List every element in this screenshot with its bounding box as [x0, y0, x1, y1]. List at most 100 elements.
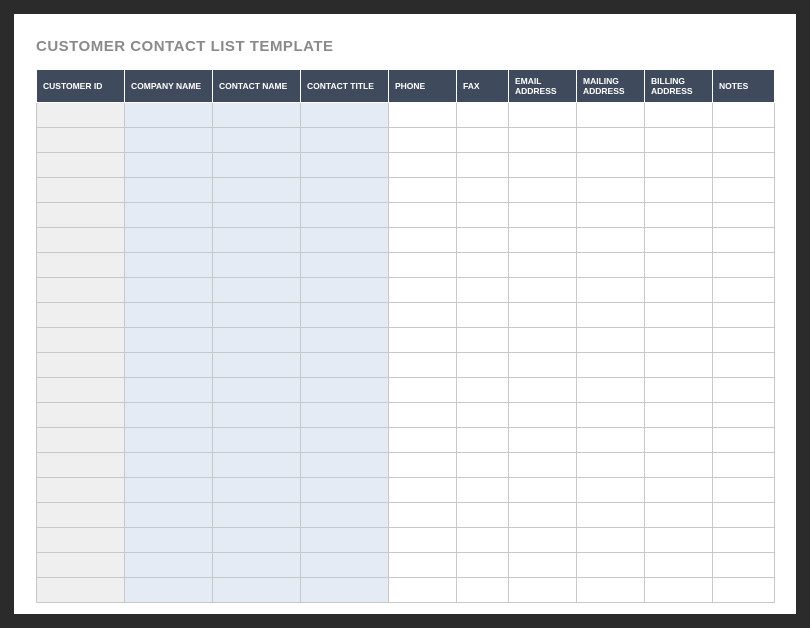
table-cell[interactable]	[713, 528, 775, 553]
table-cell[interactable]	[645, 253, 713, 278]
table-cell[interactable]	[301, 403, 389, 428]
table-cell[interactable]	[125, 128, 213, 153]
table-cell[interactable]	[37, 278, 125, 303]
table-cell[interactable]	[509, 453, 577, 478]
table-cell[interactable]	[457, 353, 509, 378]
table-cell[interactable]	[213, 428, 301, 453]
table-cell[interactable]	[125, 328, 213, 353]
table-cell[interactable]	[37, 503, 125, 528]
table-cell[interactable]	[213, 453, 301, 478]
table-cell[interactable]	[213, 403, 301, 428]
table-cell[interactable]	[37, 428, 125, 453]
table-cell[interactable]	[509, 128, 577, 153]
table-cell[interactable]	[509, 353, 577, 378]
table-cell[interactable]	[125, 153, 213, 178]
table-cell[interactable]	[457, 378, 509, 403]
table-cell[interactable]	[713, 278, 775, 303]
table-cell[interactable]	[125, 403, 213, 428]
table-cell[interactable]	[713, 178, 775, 203]
table-cell[interactable]	[577, 528, 645, 553]
table-cell[interactable]	[301, 553, 389, 578]
table-cell[interactable]	[509, 103, 577, 128]
table-cell[interactable]	[577, 403, 645, 428]
table-cell[interactable]	[389, 578, 457, 603]
table-cell[interactable]	[37, 153, 125, 178]
table-cell[interactable]	[645, 228, 713, 253]
table-cell[interactable]	[213, 378, 301, 403]
table-cell[interactable]	[457, 153, 509, 178]
table-cell[interactable]	[457, 578, 509, 603]
table-cell[interactable]	[37, 303, 125, 328]
table-cell[interactable]	[389, 128, 457, 153]
table-cell[interactable]	[713, 103, 775, 128]
table-cell[interactable]	[577, 203, 645, 228]
table-cell[interactable]	[509, 203, 577, 228]
table-cell[interactable]	[645, 528, 713, 553]
table-cell[interactable]	[713, 228, 775, 253]
table-cell[interactable]	[213, 153, 301, 178]
table-cell[interactable]	[125, 103, 213, 128]
table-cell[interactable]	[125, 453, 213, 478]
table-cell[interactable]	[125, 378, 213, 403]
table-cell[interactable]	[577, 278, 645, 303]
table-cell[interactable]	[125, 228, 213, 253]
table-cell[interactable]	[577, 328, 645, 353]
table-cell[interactable]	[645, 378, 713, 403]
table-cell[interactable]	[509, 528, 577, 553]
table-cell[interactable]	[457, 503, 509, 528]
table-cell[interactable]	[509, 428, 577, 453]
table-cell[interactable]	[713, 428, 775, 453]
table-cell[interactable]	[509, 553, 577, 578]
table-cell[interactable]	[213, 553, 301, 578]
table-cell[interactable]	[713, 553, 775, 578]
table-cell[interactable]	[457, 128, 509, 153]
table-cell[interactable]	[457, 203, 509, 228]
table-cell[interactable]	[301, 503, 389, 528]
table-cell[interactable]	[645, 478, 713, 503]
table-cell[interactable]	[213, 203, 301, 228]
table-cell[interactable]	[577, 228, 645, 253]
table-cell[interactable]	[301, 278, 389, 303]
table-cell[interactable]	[37, 228, 125, 253]
table-cell[interactable]	[37, 103, 125, 128]
table-cell[interactable]	[577, 478, 645, 503]
table-cell[interactable]	[509, 228, 577, 253]
table-cell[interactable]	[37, 178, 125, 203]
table-cell[interactable]	[577, 353, 645, 378]
table-cell[interactable]	[301, 453, 389, 478]
table-cell[interactable]	[37, 528, 125, 553]
table-cell[interactable]	[389, 228, 457, 253]
table-cell[interactable]	[37, 128, 125, 153]
table-cell[interactable]	[301, 478, 389, 503]
table-cell[interactable]	[301, 228, 389, 253]
table-cell[interactable]	[457, 528, 509, 553]
table-cell[interactable]	[37, 203, 125, 228]
table-cell[interactable]	[457, 303, 509, 328]
table-cell[interactable]	[645, 128, 713, 153]
table-cell[interactable]	[713, 128, 775, 153]
table-cell[interactable]	[37, 453, 125, 478]
table-cell[interactable]	[301, 178, 389, 203]
table-cell[interactable]	[509, 303, 577, 328]
table-cell[interactable]	[457, 228, 509, 253]
table-cell[interactable]	[713, 203, 775, 228]
table-cell[interactable]	[213, 503, 301, 528]
table-cell[interactable]	[213, 303, 301, 328]
table-cell[interactable]	[577, 303, 645, 328]
table-cell[interactable]	[125, 353, 213, 378]
table-cell[interactable]	[457, 453, 509, 478]
table-cell[interactable]	[125, 278, 213, 303]
table-cell[interactable]	[301, 428, 389, 453]
table-cell[interactable]	[509, 178, 577, 203]
table-cell[interactable]	[125, 578, 213, 603]
table-cell[interactable]	[213, 178, 301, 203]
table-cell[interactable]	[37, 353, 125, 378]
table-cell[interactable]	[509, 328, 577, 353]
table-cell[interactable]	[713, 403, 775, 428]
table-cell[interactable]	[389, 278, 457, 303]
table-cell[interactable]	[301, 128, 389, 153]
table-cell[interactable]	[645, 353, 713, 378]
table-cell[interactable]	[389, 153, 457, 178]
table-cell[interactable]	[577, 178, 645, 203]
table-cell[interactable]	[213, 253, 301, 278]
